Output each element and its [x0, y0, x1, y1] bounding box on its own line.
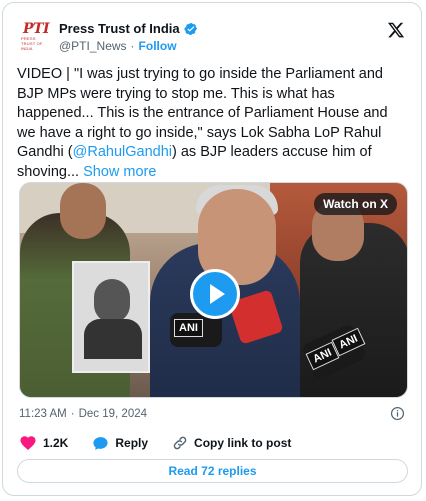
video-media[interactable]: ANI ANI ANI Watch on X: [19, 182, 408, 398]
follow-button[interactable]: Follow: [139, 39, 177, 53]
tweet-time[interactable]: 11:23 AM: [19, 408, 67, 420]
verified-badge-icon: [184, 22, 197, 35]
tweet-card: PTI PRESS TRUST OF INDIA Press Trust of …: [2, 2, 422, 496]
author-handle[interactable]: @PTI_News: [59, 39, 127, 53]
action-bar: 1.2K Reply Copy link to post: [19, 434, 405, 452]
poster-face: [94, 279, 130, 323]
like-button[interactable]: 1.2K: [19, 434, 68, 452]
reply-label: Reply: [115, 436, 149, 450]
heart-icon: [20, 436, 36, 451]
tweet-text: VIDEO | "I was just trying to go inside …: [17, 65, 409, 182]
tweet-meta: 11:23 AM · Dec 19, 2024: [19, 406, 405, 422]
avatar-subtext: PRESS TRUST OF INDIA: [21, 35, 43, 51]
poster-body: [84, 319, 142, 359]
author-handle-row: @PTI_News · Follow: [59, 39, 177, 53]
copy-link-button[interactable]: Copy link to post: [172, 435, 291, 451]
author-name[interactable]: Press Trust of India: [59, 21, 180, 36]
x-logo-icon[interactable]: [387, 21, 405, 39]
reply-bubble-icon: [93, 436, 108, 450]
link-icon: [173, 436, 187, 450]
play-button[interactable]: [190, 269, 240, 319]
copy-link-label: Copy link to post: [194, 436, 292, 450]
meta-separator: ·: [70, 408, 75, 420]
video-poster: [72, 261, 150, 373]
separator-dot: ·: [130, 39, 135, 53]
play-icon: [209, 284, 225, 304]
tweet-header: PTI PRESS TRUST OF INDIA Press Trust of …: [17, 17, 407, 57]
reply-button[interactable]: Reply: [92, 435, 148, 452]
author-name-row: Press Trust of India: [59, 21, 198, 36]
like-count: 1.2K: [43, 436, 69, 450]
mention-link[interactable]: @RahulGandhi: [73, 144, 172, 160]
show-more-link[interactable]: Show more: [83, 164, 156, 180]
mic-label-ani-1: ANI: [174, 319, 203, 337]
avatar-logo: PTI: [23, 20, 50, 37]
read-replies-button[interactable]: Read 72 replies: [17, 459, 408, 483]
avatar[interactable]: PTI PRESS TRUST OF INDIA: [21, 21, 51, 51]
tweet-date[interactable]: Dec 19, 2024: [79, 408, 147, 420]
video-person-left-face: [60, 183, 106, 239]
info-icon[interactable]: [390, 406, 405, 421]
watch-on-x-badge[interactable]: Watch on X: [314, 193, 397, 215]
